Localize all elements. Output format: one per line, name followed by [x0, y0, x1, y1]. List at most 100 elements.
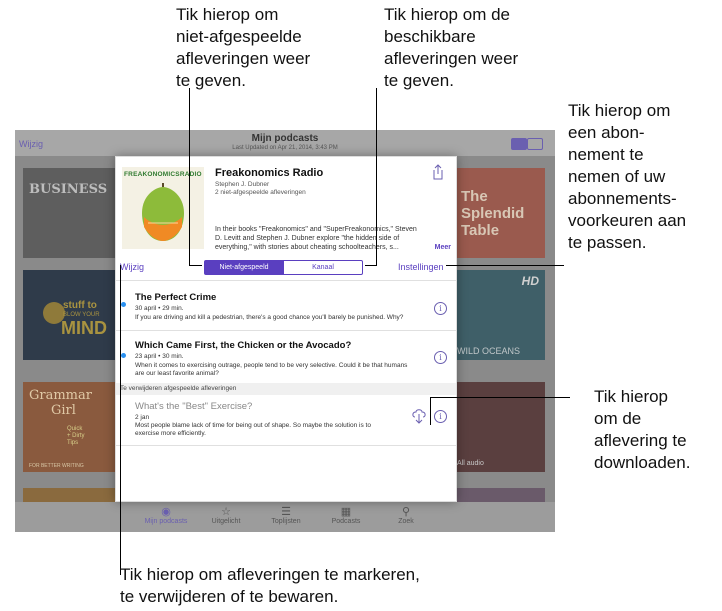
info-icon[interactable]: i: [434, 302, 447, 315]
callout-subscribe-line-2: een abon-: [568, 123, 645, 142]
tile-splendid-line1: The: [461, 188, 488, 205]
callout-mark-line-1: Tik hierop om afleveringen te markeren,: [120, 565, 420, 584]
info-icon[interactable]: i: [434, 351, 447, 364]
callout-subscribe: Tik hierop om een abon- nement te nemen …: [568, 100, 686, 254]
tab-search-label: Zoek: [398, 518, 414, 525]
podcast-tile-row4-1[interactable]: [23, 488, 115, 502]
callout-line-unplayed: [189, 88, 190, 266]
artwork-logo: FREAKONOMICSRADIO: [124, 171, 202, 178]
callout-subscribe-line-4: nemen of uw: [568, 167, 666, 186]
callout-available-line-1: Tik hierop om de: [384, 5, 510, 24]
episode-description-line-1: When it comes to exercising outrage, peo…: [135, 362, 408, 369]
hd-badge: HD: [521, 274, 539, 288]
callout-subscribe-line-7: te passen.: [568, 233, 647, 252]
callout-download-line-4: downloaden.: [594, 453, 691, 472]
callout-line-unplayed-tick: [189, 265, 202, 266]
list-icon: ☰: [281, 506, 291, 518]
info-icon[interactable]: i: [434, 410, 447, 423]
callout-subscribe-line-3: nement te: [568, 145, 644, 164]
tile-grammar-footer: FOR BETTER WRITING: [29, 463, 84, 469]
tab-search[interactable]: ⚲ Zoek: [381, 506, 431, 525]
settings-button[interactable]: Instellingen: [398, 262, 444, 272]
podcast-author: Stephen J. Dubner: [215, 181, 270, 188]
unplayed-dot: [121, 353, 126, 358]
callout-mark: Tik hierop om afleveringen te markeren, …: [120, 564, 420, 608]
section-header-label: Te verwijderen afgespeelde afleveringen: [120, 385, 237, 392]
callout-available: Tik hierop om de beschikbare afleveringe…: [384, 4, 518, 92]
episode-title: Which Came First, the Chicken or the Avo…: [135, 340, 352, 351]
episode-meta: 23 april • 30 min.: [135, 353, 184, 360]
callout-available-line-2: beschikbare: [384, 27, 476, 46]
edit-button[interactable]: Wijzig: [120, 262, 144, 272]
podcast-artwork: FREAKONOMICSRADIO: [122, 167, 204, 249]
tab-my-podcasts[interactable]: ◉ Mijn podcasts: [141, 506, 191, 525]
download-icon[interactable]: [412, 408, 426, 424]
podcast-tile-stuff-to-blow-your-mind[interactable]: stuff to BLOW YOUR MIND: [23, 270, 115, 360]
podcast-tile-row4-2[interactable]: [453, 488, 545, 502]
tab-top-charts[interactable]: ☰ Toplijsten: [261, 506, 311, 525]
episode-description: If you are driving and kill a pedestrian…: [135, 314, 404, 321]
podcast-icon: ◉: [161, 506, 171, 518]
tab-top-charts-label: Toplijsten: [271, 518, 301, 525]
callout-subscribe-line-5: abonnements-: [568, 189, 677, 208]
played-episode-description: Most people blame lack of time for being…: [135, 422, 405, 438]
callout-download-line-2: om de: [594, 409, 642, 428]
section-header: Te verwijderen afgespeelde afleveringen: [116, 383, 456, 395]
tile-splendid-line3: Table: [461, 222, 500, 239]
callout-line-download: [430, 397, 570, 398]
callout-download: Tik hierop om de aflevering te downloade…: [594, 386, 690, 474]
callout-subscribe-line-6: voorkeuren aan: [568, 211, 687, 230]
callout-unplayed-line-2: niet-afgespeelde: [176, 27, 302, 46]
played-description-line-1: Most people blame lack of time for being…: [135, 422, 371, 429]
callout-unplayed: Tik hierop om niet-afgespeelde afleverin…: [176, 4, 310, 92]
callout-download-line-1: Tik hierop: [594, 387, 669, 406]
tab-podcasts-label: Podcasts: [331, 518, 361, 525]
share-icon[interactable]: [432, 164, 444, 180]
tile-wild-oceans-label: WILD OCEANS: [457, 346, 521, 356]
callout-unplayed-line-3: afleveringen weer: [176, 49, 311, 68]
segment-feed[interactable]: Kanaal: [283, 260, 363, 275]
grid-icon: ▦: [340, 506, 352, 518]
episode-row[interactable]: The Perfect Crime 30 april • 29 min. If …: [116, 281, 456, 330]
callout-line-edit: [120, 265, 121, 575]
unplayed-count: 2 niet-afgespeelde afleveringen: [215, 189, 306, 196]
tab-featured[interactable]: ☆ Uitgelicht: [201, 506, 251, 525]
tile-grammar-tip2: + Dirty: [67, 433, 85, 439]
callout-line-feed: [376, 88, 377, 266]
podcast-tile-wild-oceans[interactable]: HD WILD OCEANS: [453, 270, 545, 360]
callout-line-download-vertical: [430, 397, 431, 425]
episode-meta: 30 april • 29 min.: [135, 305, 184, 312]
tile-stuff-mind: MIND: [61, 318, 107, 338]
segment-unplayed[interactable]: Niet-afgespeeld: [204, 260, 284, 275]
played-episode-title: What's the "Best" Exercise?: [135, 401, 253, 412]
podcast-detail-panel: FREAKONOMICSRADIO Freakonomics Radio Ste…: [115, 156, 457, 502]
callout-available-line-4: te geven.: [384, 71, 454, 90]
tile-business-label: BUSINESS: [29, 182, 108, 197]
tile-grammar-line2: Girl: [51, 403, 76, 418]
played-episode-row[interactable]: What's the "Best" Exercise? 2 jan Most p…: [116, 395, 456, 445]
tile-grammar-tip1: Quick: [67, 426, 83, 432]
description-line-3: everything," with stories about cheating…: [215, 244, 399, 251]
callout-mark-line-2: te verwijderen of te bewaren.: [120, 587, 339, 606]
top-bar: Wijzig Mijn podcasts Last Updated on Apr…: [15, 130, 555, 156]
episode-row[interactable]: Which Came First, the Chicken or the Avo…: [116, 331, 456, 383]
podcast-description: In their books "Freakonomics" and "Super…: [215, 225, 453, 252]
callout-subscribe-line-1: Tik hierop om: [568, 101, 671, 120]
unplayed-dot: [121, 302, 126, 307]
podcast-tile-splendid-table[interactable]: The Splendid Table: [453, 168, 545, 258]
page-title: Mijn podcasts: [251, 133, 319, 144]
callout-unplayed-line-1: Tik hierop om: [176, 5, 279, 24]
tab-bar: ◉ Mijn podcasts ☆ Uitgelicht ☰ Toplijste…: [15, 502, 555, 532]
played-description-line-2: exercise more efficiently.: [135, 430, 206, 437]
description-line-2: D. Levitt and Stephen J. Dubner explore …: [215, 235, 400, 242]
grid-view-icon[interactable]: [511, 138, 527, 150]
tile-all-audio-label: All audio: [457, 460, 484, 467]
tab-podcasts[interactable]: ▦ Podcasts: [321, 506, 371, 525]
episode-description-line-2: are our least favorite animal?: [135, 370, 219, 377]
episode-title: The Perfect Crime: [135, 292, 217, 303]
podcast-tile-business[interactable]: BUSINESS: [23, 168, 115, 258]
podcast-tile-grammar-girl[interactable]: Grammar Girl Quick + Dirty Tips FOR BETT…: [23, 382, 115, 472]
more-link[interactable]: Meer: [435, 243, 451, 252]
list-view-icon[interactable]: [527, 138, 543, 150]
podcast-tile-all-audio[interactable]: All audio: [453, 382, 545, 472]
